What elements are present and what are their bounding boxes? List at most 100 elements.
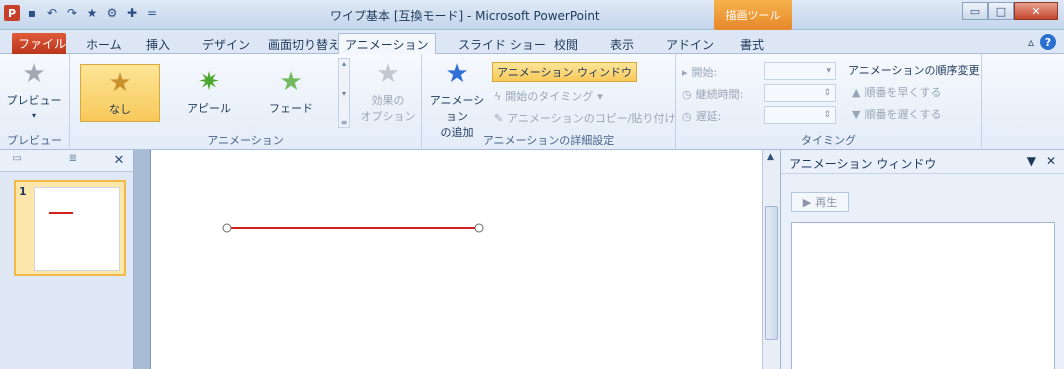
- animation-pane: アニメーション ウィンドウ ▼ ✕ ▶ 再生: [780, 150, 1064, 369]
- chevron-down-icon: ▾: [597, 89, 603, 103]
- slide-thumbnail-canvas: [34, 187, 120, 271]
- redo-icon[interactable]: ↷: [64, 5, 80, 21]
- scroll-down-icon[interactable]: ▾: [342, 89, 346, 98]
- animation-painter-button[interactable]: ✎ アニメーションのコピー/貼り付け: [494, 110, 675, 126]
- customize-icon[interactable]: =: [144, 5, 160, 21]
- start-row: ▸ 開始:: [682, 64, 717, 80]
- reorder-heading: アニメーションの順序変更: [848, 62, 980, 78]
- fade-star-icon: ★: [279, 67, 303, 97]
- play-button[interactable]: ▶ 再生: [791, 192, 849, 212]
- scroll-up-icon[interactable]: ▲: [767, 152, 774, 162]
- slide-editor: [134, 150, 762, 369]
- animation-pane-header: アニメーション ウィンドウ ▼ ✕: [781, 150, 1064, 174]
- scroll-up-icon[interactable]: ▴: [342, 59, 346, 68]
- trigger-button[interactable]: ϟ 開始のタイミング ▾: [494, 88, 603, 104]
- ribbon: ★ プレビュー ▾ プレビュー ★ なし ✷ アピール ★ フェード ▴ ▾ ≡…: [0, 54, 1064, 150]
- tab-review[interactable]: 校閲: [548, 34, 584, 54]
- trigger-label: 開始のタイミング: [505, 90, 594, 103]
- help-icon[interactable]: ?: [1040, 34, 1056, 50]
- vertical-scrollbar[interactable]: ▲: [762, 150, 780, 369]
- play-label: 再生: [815, 196, 838, 209]
- delay-spinner[interactable]: ⇕: [764, 106, 836, 124]
- animation-appear-label: アピール: [187, 102, 231, 115]
- advanced-animation-group-label: アニメーションの詳細設定: [482, 134, 615, 147]
- quick-access-toolbar: P ▪ ↶ ↷ ★ ⚙ ✚ =: [4, 5, 160, 21]
- add-animation-star-icon: ★: [445, 59, 469, 89]
- effect-options-label: 効果の オプション: [360, 94, 416, 123]
- tab-view[interactable]: 表示: [604, 34, 640, 54]
- move-earlier-label: 順番を早くする: [864, 86, 942, 99]
- tab-addins[interactable]: アドイン: [660, 34, 720, 54]
- tab-format[interactable]: 書式: [734, 34, 770, 54]
- animation-group-label: アニメーション: [207, 134, 284, 147]
- duration-label: 継続時間:: [695, 88, 744, 101]
- tab-transitions[interactable]: 画面切り替え: [262, 34, 346, 54]
- powerpoint-logo-icon[interactable]: P: [4, 5, 20, 21]
- slide-canvas[interactable]: [150, 150, 762, 369]
- animation-pane-controls: ▼ ✕: [1027, 154, 1056, 168]
- add-animation-button[interactable]: ★ アニメーション の追加: [426, 60, 488, 140]
- line-end-handle[interactable]: [474, 223, 484, 233]
- animation-list[interactable]: [791, 222, 1055, 369]
- more-icon[interactable]: ≡: [341, 118, 348, 127]
- title-bar: P ▪ ↶ ↷ ★ ⚙ ✚ = ワイプ基本 [互換モード] - Microsof…: [0, 0, 1064, 30]
- animation-none[interactable]: ★ なし: [80, 64, 160, 122]
- pane-options-icon[interactable]: ▼: [1027, 154, 1036, 168]
- tab-animations[interactable]: アニメーション: [338, 33, 436, 55]
- tab-insert[interactable]: 挿入: [140, 34, 176, 54]
- line-start-handle[interactable]: [222, 223, 232, 233]
- delay-clock-icon: ◷: [682, 109, 692, 123]
- slides-pane-tabs: ▭ ≣ ✕: [0, 150, 133, 172]
- move-later-button[interactable]: ▼ 順番を遅くする: [852, 106, 941, 122]
- move-earlier-button[interactable]: ▲ 順番を早くする: [852, 84, 941, 100]
- arrow-up-icon: ▲: [852, 85, 861, 99]
- close-button[interactable]: ✕: [1014, 2, 1058, 20]
- start-combo[interactable]: ▾: [764, 62, 836, 80]
- ribbon-tabs: ファイル ホーム 挿入 デザイン 画面切り替え アニメーション スライド ショー…: [0, 30, 1064, 55]
- gallery-scroll[interactable]: ▴ ▾ ≡: [338, 58, 350, 128]
- animation-group: ★ なし ✷ アピール ★ フェード ▴ ▾ ≡ ★ 効果の オプション アニメ…: [70, 54, 422, 150]
- preview-button[interactable]: ★ プレビュー ▾: [6, 60, 62, 121]
- start-icon: ▸: [682, 65, 688, 79]
- duration-row: ◷ 継続時間:: [682, 86, 743, 102]
- save-icon[interactable]: ▪: [24, 5, 40, 21]
- reorder-label: アニメーションの順序変更: [848, 64, 980, 77]
- minimize-button[interactable]: ▭: [962, 2, 988, 20]
- effect-options-icon: ★: [376, 59, 400, 89]
- undo-icon[interactable]: ↶: [44, 5, 60, 21]
- animation-painter-label: アニメーションのコピー/貼り付け: [507, 112, 676, 125]
- lightning-icon: ϟ: [494, 89, 502, 103]
- minimize-ribbon-icon[interactable]: ▵: [1028, 35, 1034, 49]
- slide-thumbnail[interactable]: 1: [14, 180, 126, 276]
- outline-tab-icon[interactable]: ≣: [60, 153, 86, 169]
- arrow-down-icon: ▼: [852, 107, 861, 121]
- window-controls: ▭ □ ✕: [962, 2, 1058, 20]
- preview-group-label: プレビュー: [7, 134, 62, 147]
- move-later-label: 順番を遅くする: [864, 108, 942, 121]
- slide-number: 1: [19, 185, 27, 198]
- close-icon[interactable]: ✕: [1046, 154, 1056, 168]
- advanced-animation-group: ★ アニメーション の追加 アニメーション ウィンドウ ϟ 開始のタイミング ▾…: [422, 54, 676, 150]
- delay-label: 遅延:: [695, 110, 722, 123]
- scrollbar-thumb[interactable]: [765, 206, 778, 340]
- preview-group: ★ プレビュー ▾ プレビュー: [0, 54, 70, 150]
- add-animation-icon[interactable]: ✚: [124, 5, 140, 21]
- effect-options-button[interactable]: ★ 効果の オプション: [360, 60, 416, 124]
- animation-window-icon[interactable]: ⚙: [104, 5, 120, 21]
- thumbnail-line: [49, 212, 73, 214]
- slides-tab-icon[interactable]: ▭: [4, 153, 30, 169]
- animation-pane-title: アニメーション ウィンドウ: [789, 157, 937, 171]
- animation-appear[interactable]: ✷ アピール: [174, 68, 244, 116]
- animation-pane-button[interactable]: アニメーション ウィンドウ: [492, 62, 638, 82]
- tab-file[interactable]: ファイル: [12, 33, 66, 54]
- star-icon[interactable]: ★: [84, 5, 100, 21]
- duration-spinner[interactable]: ⇕: [764, 84, 836, 102]
- tab-home[interactable]: ホーム: [80, 34, 128, 54]
- maximize-button[interactable]: □: [988, 2, 1014, 20]
- animation-fade[interactable]: ★ フェード: [256, 68, 326, 116]
- tab-design[interactable]: デザイン: [196, 34, 256, 54]
- close-pane-icon[interactable]: ✕: [106, 153, 132, 169]
- animation-pane-label: アニメーション ウィンドウ: [492, 62, 638, 82]
- tab-slideshow[interactable]: スライド ショー: [452, 34, 552, 54]
- slides-pane: ▭ ≣ ✕ 1: [0, 150, 134, 369]
